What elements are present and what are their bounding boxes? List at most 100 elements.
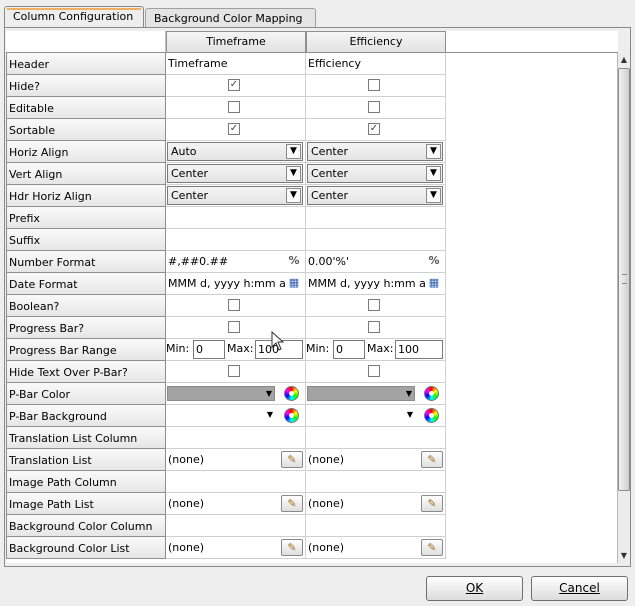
cell-progress-bar-timeframe [166,317,306,339]
sortable-checkbox[interactable]: ✓ [368,123,380,135]
chevron-down-icon[interactable]: ▼ [286,166,301,181]
cell-header-timeframe[interactable]: Timeframe [166,53,306,75]
cell-hide-text-over-pbar-timeframe [166,361,306,383]
tab-column-configuration[interactable]: Column Configuration [4,6,144,28]
pbar-background-dropdown[interactable]: ▼ [167,408,275,423]
vertical-scrollbar[interactable]: ▲ ▼ [617,53,630,563]
cell-prefix-timeframe[interactable] [166,207,306,229]
vert-align-dropdown[interactable]: Center ▼ [167,164,303,183]
chevron-down-icon[interactable]: ▼ [426,144,441,159]
chevron-down-icon[interactable]: ▼ [286,144,301,159]
ok-label: OK [465,581,484,595]
boolean-checkbox[interactable] [368,299,380,311]
pbar-color-dropdown[interactable]: ▼ [167,386,275,401]
sortable-checkbox[interactable]: ✓ [228,123,240,135]
cell-boolean-efficiency [306,295,446,317]
edit-list-icon[interactable]: ✎ [281,495,303,512]
dropdown-value: Center [171,167,209,180]
chevron-down-icon[interactable]: ▼ [286,188,301,203]
column-header-efficiency[interactable]: Efficiency [306,31,446,53]
edit-list-icon[interactable]: ✎ [281,451,303,468]
chevron-down-icon[interactable]: ▼ [407,410,413,419]
progress-bar-checkbox[interactable] [368,321,380,333]
cell-background-color-column-efficiency[interactable] [306,515,446,537]
row-label-translation-list: Translation List [6,449,166,471]
cell-background-color-column-timeframe[interactable] [166,515,306,537]
color-wheel-icon[interactable] [424,386,439,401]
edit-list-icon[interactable]: ✎ [421,495,443,512]
row-pbar-color: P-Bar Color ▼ ▼ [6,383,446,405]
row-label-background-color-column: Background Color Column [6,515,166,537]
progress-bar-checkbox[interactable] [228,321,240,333]
ok-button[interactable]: OK [426,576,523,601]
cell-date-format-efficiency[interactable]: MMM d, yyyy h:mm a ▦ [306,273,446,295]
cell-suffix-timeframe[interactable] [166,229,306,251]
percent-format-icon[interactable]: % [285,253,303,270]
edit-list-icon[interactable]: ✎ [421,539,443,556]
cancel-button[interactable]: Cancel [531,576,628,601]
row-label-image-path-column: Image Path Column [6,471,166,493]
cell-translation-list-column-efficiency[interactable] [306,427,446,449]
row-suffix: Suffix [6,229,446,251]
cell-header-efficiency[interactable]: Efficiency [306,53,446,75]
chevron-down-icon[interactable]: ▼ [267,410,273,419]
cell-translation-list-column-timeframe[interactable] [166,427,306,449]
editable-checkbox[interactable] [368,101,380,113]
scrollbar-thumb[interactable] [618,68,630,491]
scroll-up-icon[interactable]: ▲ [618,53,630,67]
cell-date-format-timeframe[interactable]: MMM d, yyyy h:mm a ▦ [166,273,306,295]
cell-image-path-column-timeframe[interactable] [166,471,306,493]
edit-list-icon[interactable]: ✎ [421,451,443,468]
horiz-align-dropdown[interactable]: Auto ▼ [167,142,303,161]
hdr-horiz-align-dropdown[interactable]: Center ▼ [307,186,443,205]
chevron-down-icon[interactable]: ▼ [266,389,272,398]
min-field[interactable]: 0 [333,340,365,359]
calendar-format-icon[interactable]: ▦ [285,275,303,292]
cell-hdr-horiz-align-timeframe: Center ▼ [166,185,306,207]
horiz-align-dropdown[interactable]: Center ▼ [307,142,443,161]
chevron-down-icon[interactable]: ▼ [406,389,412,398]
cell-background-color-list-efficiency: (none) ✎ [306,537,446,559]
hide-text-over-pbar-checkbox[interactable] [368,365,380,377]
cell-number-format-efficiency[interactable]: 0.00'%'% [306,251,446,273]
cell-prefix-efficiency[interactable] [306,207,446,229]
row-label-date-format: Date Format [6,273,166,295]
color-wheel-icon[interactable] [284,386,299,401]
column-header-timeframe[interactable]: Timeframe [166,31,306,53]
row-image-path-column: Image Path Column [6,471,446,493]
header-text: Efficiency [308,57,361,70]
pbar-background-dropdown[interactable]: ▼ [307,408,415,423]
list-value: (none) [308,497,345,510]
dropdown-value: Center [311,145,349,158]
hide-checkbox[interactable]: ✓ [228,79,240,91]
row-label-pbar-color: P-Bar Color [6,383,166,405]
vert-align-dropdown[interactable]: Center ▼ [307,164,443,183]
pbar-color-dropdown[interactable]: ▼ [307,386,415,401]
dropdown-value: Center [311,167,349,180]
color-wheel-icon[interactable] [284,408,299,423]
calendar-format-icon[interactable]: ▦ [425,275,443,292]
min-field[interactable]: 0 [193,340,225,359]
cell-image-path-column-efficiency[interactable] [306,471,446,493]
row-pbar-background: P-Bar Background ▼ ▼ [6,405,446,427]
cell-suffix-efficiency[interactable] [306,229,446,251]
row-background-color-list: Background Color List (none) ✎ (none) ✎ [6,537,446,559]
hide-checkbox[interactable] [368,79,380,91]
hdr-horiz-align-dropdown[interactable]: Center ▼ [167,186,303,205]
edit-list-icon[interactable]: ✎ [281,539,303,556]
row-label-suffix: Suffix [6,229,166,251]
scroll-down-icon[interactable]: ▼ [618,549,630,563]
chevron-down-icon[interactable]: ▼ [426,188,441,203]
editable-checkbox[interactable] [228,101,240,113]
tab-background-color-mapping[interactable]: Background Color Mapping [145,8,316,28]
cell-editable-timeframe [166,97,306,119]
percent-format-icon[interactable]: % [425,253,443,270]
row-label-hdr-horiz-align: Hdr Horiz Align [6,185,166,207]
boolean-checkbox[interactable] [228,299,240,311]
color-wheel-icon[interactable] [424,408,439,423]
max-field[interactable]: 100 [395,340,443,359]
row-label-editable: Editable [6,97,166,119]
chevron-down-icon[interactable]: ▼ [426,166,441,181]
cell-number-format-timeframe[interactable]: #,##0.##% [166,251,306,273]
hide-text-over-pbar-checkbox[interactable] [228,365,240,377]
